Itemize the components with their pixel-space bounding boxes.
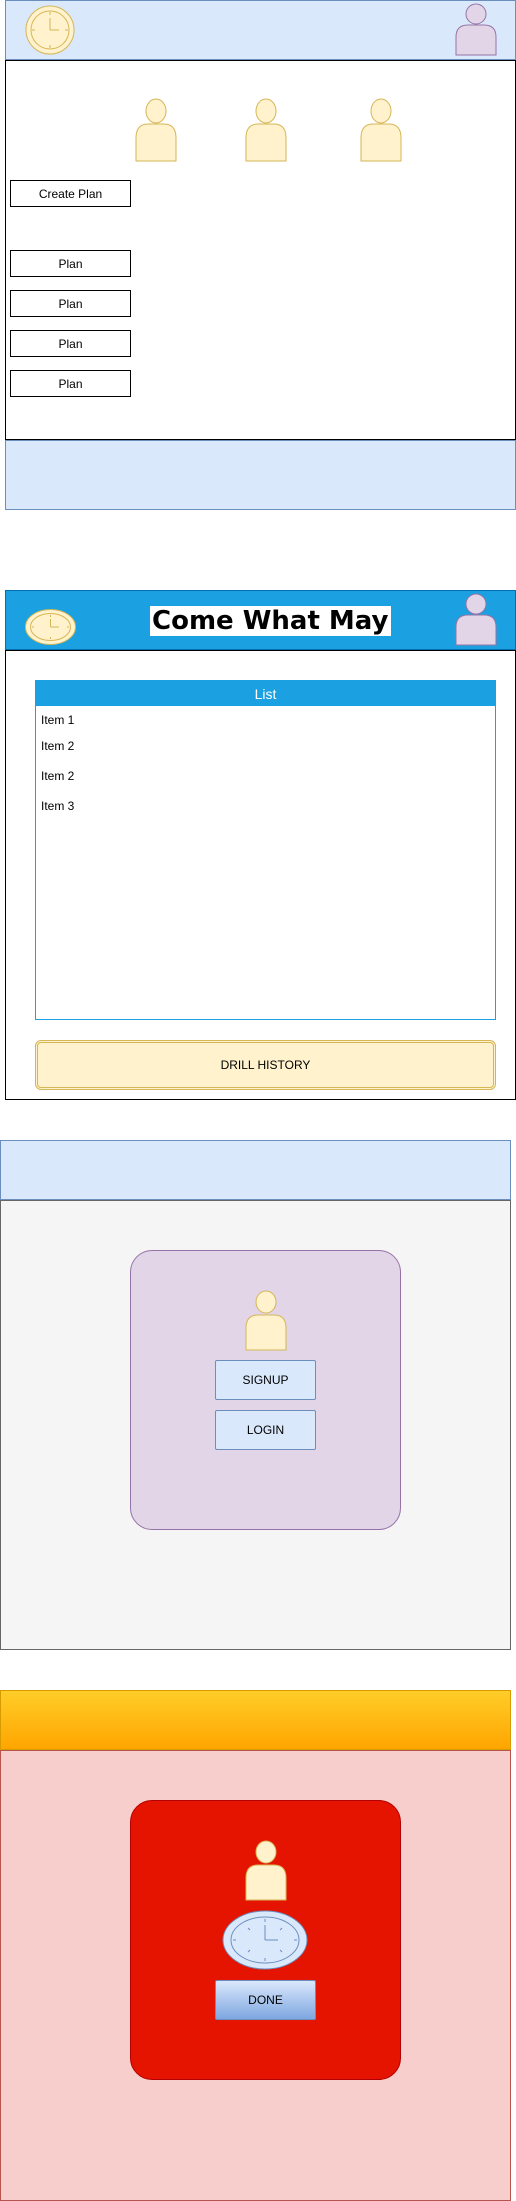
screen1-footer	[5, 440, 516, 510]
page-title: Come What May	[150, 606, 391, 636]
user-icon[interactable]	[455, 3, 497, 56]
create-plan-label: Create Plan	[37, 186, 104, 201]
user-icon[interactable]	[245, 98, 287, 162]
create-plan-button[interactable]: Create Plan	[10, 180, 131, 207]
user-icon[interactable]	[455, 593, 497, 646]
list-item[interactable]: Item 3	[41, 799, 74, 813]
list-item[interactable]: Item 2	[41, 739, 74, 753]
user-icon[interactable]	[135, 98, 177, 162]
list-panel: List Item 1 Item 2 Item 2 Item 3	[35, 680, 496, 1020]
screen3-header	[0, 1140, 511, 1200]
login-button[interactable]: LOGIN	[215, 1410, 316, 1450]
user-icon	[245, 1840, 287, 1901]
list-item[interactable]: Item 2	[41, 769, 74, 783]
clock-icon[interactable]	[25, 5, 75, 55]
screen4-header	[0, 1690, 511, 1750]
list-item[interactable]: Item 1	[41, 713, 74, 727]
plan-button[interactable]: Plan	[10, 330, 131, 357]
drill-history-button[interactable]: DRILL HISTORY	[35, 1040, 496, 1090]
screen1-header	[5, 0, 516, 60]
user-icon[interactable]	[360, 98, 402, 162]
list-header: List	[36, 681, 495, 706]
plan-button[interactable]: Plan	[10, 290, 131, 317]
clock-icon	[222, 1910, 308, 1970]
signup-button[interactable]: SIGNUP	[215, 1360, 316, 1400]
clock-icon[interactable]	[25, 609, 76, 645]
plan-button[interactable]: Plan	[10, 370, 131, 397]
plan-button[interactable]: Plan	[10, 250, 131, 277]
user-icon	[245, 1290, 287, 1351]
done-button[interactable]: DONE	[215, 1980, 316, 2020]
